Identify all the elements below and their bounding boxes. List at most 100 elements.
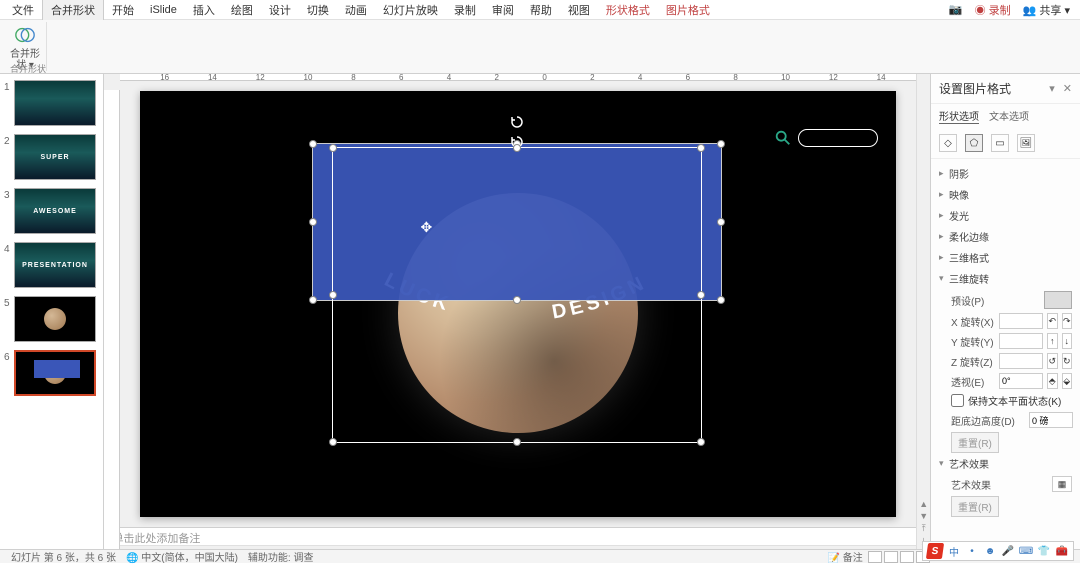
slide-counter[interactable]: 幻灯片 第 6 张，共 6 张 bbox=[6, 549, 121, 564]
menu-picture-format[interactable]: 图片格式 bbox=[658, 0, 718, 20]
reset-rotation-button[interactable]: 重置(R) bbox=[951, 432, 999, 453]
thumbnail-3[interactable]: 3 AWESOME bbox=[0, 186, 103, 236]
panel-options-icon[interactable]: ▾ bbox=[1049, 82, 1055, 95]
resize-handle[interactable] bbox=[329, 438, 337, 446]
menu-insert[interactable]: 插入 bbox=[185, 0, 223, 20]
picture-icon[interactable]: 🖼 bbox=[1017, 134, 1035, 152]
y-up-icon[interactable]: ↑ bbox=[1047, 333, 1058, 349]
reading-view-icon[interactable] bbox=[900, 551, 914, 563]
ime-skin-icon[interactable]: 👕 bbox=[1037, 544, 1051, 558]
thumbnail-5[interactable]: 5 bbox=[0, 294, 103, 344]
ime-punct-icon[interactable]: • bbox=[965, 544, 979, 558]
resize-handle[interactable] bbox=[513, 438, 521, 446]
ime-voice-icon[interactable]: 🎤 bbox=[1001, 544, 1015, 558]
artistic-gallery-icon[interactable]: ▦ bbox=[1052, 476, 1072, 492]
menu-help[interactable]: 帮助 bbox=[522, 0, 560, 20]
persp-wide-icon[interactable]: ⬙ bbox=[1062, 373, 1073, 389]
distance-label: 距底边高度(D) bbox=[951, 413, 1025, 428]
notes-toggle[interactable]: 📝 备注 bbox=[823, 549, 868, 564]
x-rotation-input[interactable] bbox=[999, 313, 1043, 329]
panel-close-icon[interactable]: ✕ bbox=[1063, 82, 1072, 95]
share-button[interactable]: 👥 共享 ▾ bbox=[1017, 0, 1076, 20]
thumbnail-1[interactable]: 1 bbox=[0, 78, 103, 128]
accessibility-status[interactable]: 辅助功能: 调查 bbox=[243, 549, 319, 564]
horizontal-scrollbar[interactable] bbox=[104, 545, 916, 549]
menu-review[interactable]: 审阅 bbox=[484, 0, 522, 20]
y-down-icon[interactable]: ↓ bbox=[1062, 333, 1073, 349]
preset-swatch[interactable] bbox=[1044, 291, 1072, 309]
notes-area[interactable]: 单击此处添加备注 bbox=[104, 527, 916, 545]
vertical-scrollbar[interactable]: ▲ ▼ ⤒ ⤓ bbox=[916, 74, 930, 549]
y-rotation-input[interactable] bbox=[999, 333, 1043, 349]
thumbnail-4[interactable]: 4 PRESENTATION bbox=[0, 240, 103, 290]
menu-transitions[interactable]: 切换 bbox=[299, 0, 337, 20]
menu-animations[interactable]: 动画 bbox=[337, 0, 375, 20]
search-pill[interactable] bbox=[798, 129, 878, 147]
canvas-inner[interactable]: LUCK DESIGN bbox=[104, 81, 916, 527]
x-right-icon[interactable]: ↷ bbox=[1062, 313, 1073, 329]
section-glow[interactable]: ▸发光 bbox=[939, 205, 1072, 226]
slide[interactable]: LUCK DESIGN bbox=[140, 91, 896, 517]
magnifier-icon[interactable] bbox=[774, 129, 792, 147]
prev-slide-icon[interactable]: ⤒ bbox=[922, 523, 926, 534]
keep-text-flat-checkbox[interactable]: 保持文本平面状态(K) bbox=[951, 391, 1072, 410]
move-cursor-icon: ✥ bbox=[420, 219, 432, 236]
menu-file[interactable]: 文件 bbox=[4, 0, 42, 20]
menu-draw[interactable]: 绘图 bbox=[223, 0, 261, 20]
ime-emoji-icon[interactable]: ☻ bbox=[983, 544, 997, 558]
menu-home[interactable]: 开始 bbox=[104, 0, 142, 20]
thumb-num: 1 bbox=[4, 80, 14, 93]
thumb-preview bbox=[14, 80, 96, 126]
menu-view[interactable]: 视图 bbox=[560, 0, 598, 20]
record-button[interactable]: ◉ 录制 bbox=[969, 0, 1017, 20]
tab-shape-options[interactable]: 形状选项 bbox=[939, 108, 979, 124]
rotate-handle-icon[interactable] bbox=[511, 116, 523, 128]
section-3d-format[interactable]: ▸三维格式 bbox=[939, 247, 1072, 268]
scroll-up-icon[interactable]: ▲ bbox=[919, 499, 928, 509]
ime-toolbar[interactable]: S 中 • ☻ 🎤 ⌨ 👕 🧰 bbox=[922, 541, 1074, 561]
camera-icon[interactable]: 📷 bbox=[943, 1, 969, 18]
size-icon[interactable]: ▭ bbox=[991, 134, 1009, 152]
menu-shape-format[interactable]: 形状格式 bbox=[598, 0, 658, 20]
scroll-down-icon[interactable]: ▼ bbox=[919, 511, 928, 521]
section-soft-edges[interactable]: ▸柔化边缘 bbox=[939, 226, 1072, 247]
blue-rectangle-shape[interactable] bbox=[312, 143, 722, 301]
x-left-icon[interactable]: ↶ bbox=[1047, 313, 1058, 329]
ime-toolbox-icon[interactable]: 🧰 bbox=[1055, 544, 1069, 558]
language-indicator[interactable]: 🌐 中文(简体，中国大陆) bbox=[121, 549, 243, 564]
persp-label: 透视(E) bbox=[951, 374, 995, 389]
fill-line-icon[interactable]: ◇ bbox=[939, 134, 957, 152]
tab-text-options[interactable]: 文本选项 bbox=[989, 108, 1029, 124]
resize-handle[interactable] bbox=[697, 438, 705, 446]
menu-design[interactable]: 设计 bbox=[261, 0, 299, 20]
z-ccw-icon[interactable]: ↺ bbox=[1047, 353, 1058, 369]
menu-record[interactable]: 录制 bbox=[446, 0, 484, 20]
sogou-logo-icon[interactable]: S bbox=[926, 543, 944, 559]
sorter-view-icon[interactable] bbox=[884, 551, 898, 563]
ime-keyboard-icon[interactable]: ⌨ bbox=[1019, 544, 1033, 558]
section-shadow[interactable]: ▸阴影 bbox=[939, 163, 1072, 184]
section-artistic[interactable]: ▾艺术效果 bbox=[939, 453, 1072, 474]
z-rotation-input[interactable] bbox=[999, 353, 1043, 369]
reset-artistic-button[interactable]: 重置(R) bbox=[951, 496, 999, 517]
effects-icon[interactable]: ⬠ bbox=[965, 134, 983, 152]
z-rot-label: Z 旋转(Z) bbox=[951, 354, 995, 369]
thumbnail-2[interactable]: 2 SUPER bbox=[0, 132, 103, 182]
menu-islide[interactable]: iSlide bbox=[142, 2, 185, 18]
section-3d-rotation[interactable]: ▾三维旋转 bbox=[939, 268, 1072, 289]
normal-view-icon[interactable] bbox=[868, 551, 882, 563]
menu-slideshow[interactable]: 幻灯片放映 bbox=[375, 0, 446, 20]
z-cw-icon[interactable]: ↻ bbox=[1062, 353, 1073, 369]
perspective-input[interactable] bbox=[999, 373, 1043, 389]
thumb-preview: PRESENTATION bbox=[14, 242, 96, 288]
thumbnail-panel[interactable]: 1 2 SUPER 3 AWESOME 4 PRESENTATION 5 6 bbox=[0, 74, 104, 549]
thumbnail-6[interactable]: 6 bbox=[0, 348, 103, 398]
section-reflection[interactable]: ▸映像 bbox=[939, 184, 1072, 205]
menu-merge-shapes[interactable]: 合并形状 bbox=[42, 0, 104, 20]
thumb-text: SUPER bbox=[40, 154, 69, 161]
persp-narrow-icon[interactable]: ⬘ bbox=[1047, 373, 1058, 389]
ime-lang-toggle[interactable]: 中 bbox=[947, 544, 961, 558]
distance-input[interactable] bbox=[1029, 412, 1073, 428]
thumb-preview: SUPER bbox=[14, 134, 96, 180]
menu-bar: 文件 合并形状 开始 iSlide 插入 绘图 设计 切换 动画 幻灯片放映 录… bbox=[0, 0, 1080, 20]
